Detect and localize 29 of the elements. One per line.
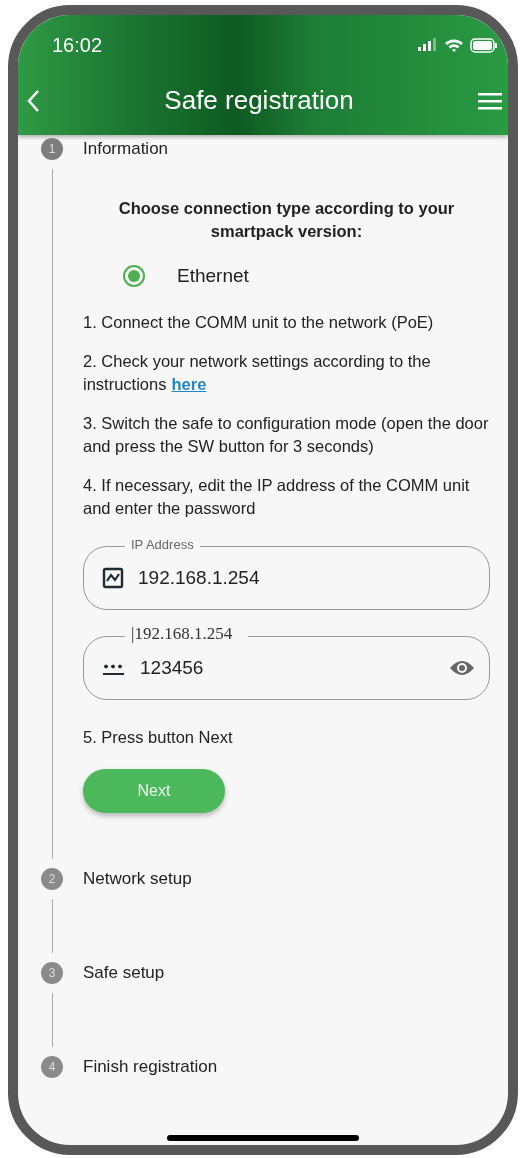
instruction-text: 4. If necessary, edit the IP address of the COMM unit and enter the password xyxy=(83,475,471,519)
step-label[interactable]: Safe setup xyxy=(83,963,165,983)
field-value: 123456 xyxy=(140,657,205,679)
section-heading: Choose connection type according to your smartpack version: xyxy=(117,198,456,242)
radio-button[interactable] xyxy=(123,265,145,287)
signal-icon xyxy=(416,38,438,52)
menu-icon[interactable] xyxy=(478,91,502,110)
eye-icon[interactable] xyxy=(449,659,475,677)
chart-icon xyxy=(102,567,124,589)
step-label[interactable]: Finish registration xyxy=(83,1057,218,1077)
field-value: 192.168.1.254 xyxy=(138,567,261,589)
step-label[interactable]: Information xyxy=(83,139,169,159)
instruction-text: 3. Switch the safe to configuration mode (open the door and press the SW button for 3 seconds) xyxy=(83,413,490,457)
screen-title: Safe registration xyxy=(164,85,354,116)
instruction-text: 5. Press button Next xyxy=(83,727,234,748)
step-number: 3 xyxy=(41,962,63,984)
battery-icon xyxy=(470,37,498,53)
field-label: |192.168.1.254 xyxy=(125,624,249,644)
step-number: 1 xyxy=(41,138,63,160)
step-number: 4 xyxy=(41,1056,63,1078)
instruction-text: 2. Check your network settings according to the instructions here xyxy=(83,351,432,395)
step-label[interactable]: Network setup xyxy=(83,869,192,889)
instructions-link[interactable]: here xyxy=(171,375,207,393)
status-time: 16:02 xyxy=(52,33,103,57)
wifi-icon xyxy=(444,37,464,53)
back-icon[interactable] xyxy=(26,88,40,113)
instruction-text: 1. Connect the COMM unit to the network (PoE) xyxy=(83,312,435,333)
option-label: Ethernet xyxy=(177,265,249,287)
step-number: 2 xyxy=(41,868,63,890)
